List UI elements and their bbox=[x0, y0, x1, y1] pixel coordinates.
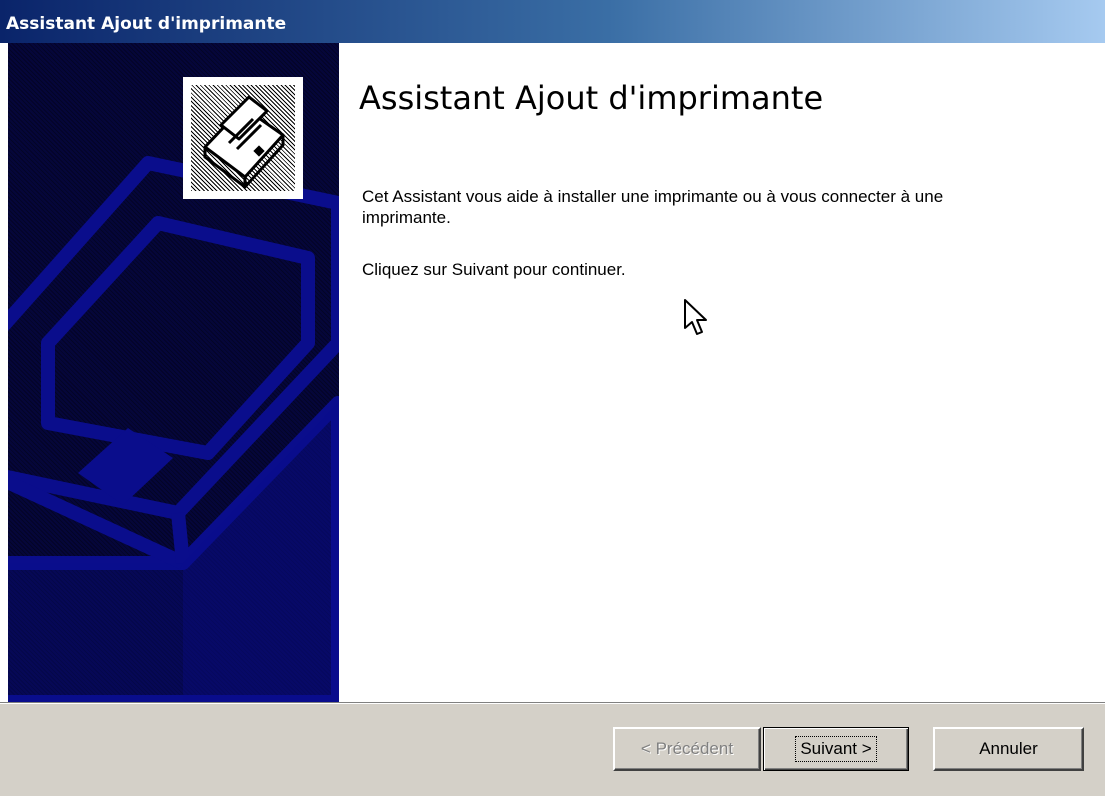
wizard-instruction: Cliquez sur Suivant pour continuer. bbox=[362, 260, 626, 279]
wizard-content: Assistant Ajout d'imprimante Cet Assista… bbox=[339, 43, 1105, 702]
wizard-side-banner bbox=[8, 43, 339, 702]
wizard-description: Cet Assistant vous aide à installer une … bbox=[362, 187, 944, 227]
previous-button[interactable]: < Précédent bbox=[613, 727, 761, 771]
printer-icon bbox=[191, 85, 295, 191]
mouse-cursor-icon bbox=[684, 299, 707, 335]
footer-separator bbox=[0, 702, 1105, 704]
title-bar[interactable]: Assistant Ajout d'imprimante bbox=[0, 0, 1105, 43]
next-button-label: Suivant > bbox=[795, 736, 877, 762]
add-printer-wizard-window: Assistant Ajout d'imprimante Assistant A… bbox=[0, 0, 1105, 796]
wizard-body: Assistant Ajout d'imprimante Cet Assista… bbox=[0, 43, 1105, 702]
wizard-icon-frame bbox=[183, 77, 303, 199]
window-title: Assistant Ajout d'imprimante bbox=[6, 14, 287, 34]
wizard-heading: Assistant Ajout d'imprimante bbox=[359, 79, 824, 117]
next-button[interactable]: Suivant > bbox=[763, 727, 909, 771]
cancel-button[interactable]: Annuler bbox=[933, 727, 1084, 771]
